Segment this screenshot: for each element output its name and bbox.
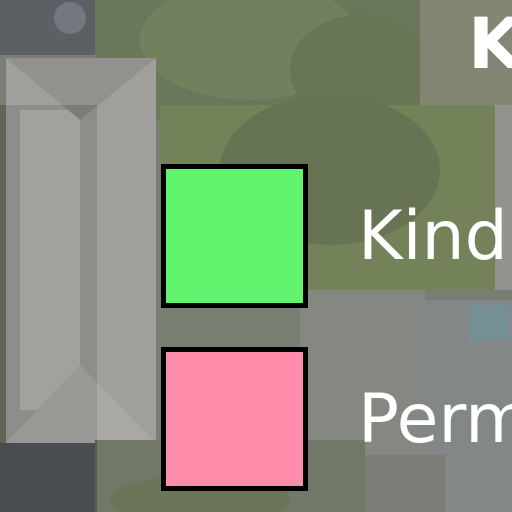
legend-label-perm: Perm [358,380,512,459]
legend-label-kind: Kind [358,197,508,276]
legend-title: K [468,3,512,85]
ground-bottom-left [0,443,95,512]
legend-title-band [0,0,512,105]
legend-swatch-perm [161,347,308,491]
legend-swatch-kind [161,164,308,308]
building-roof-ridge [20,110,80,410]
